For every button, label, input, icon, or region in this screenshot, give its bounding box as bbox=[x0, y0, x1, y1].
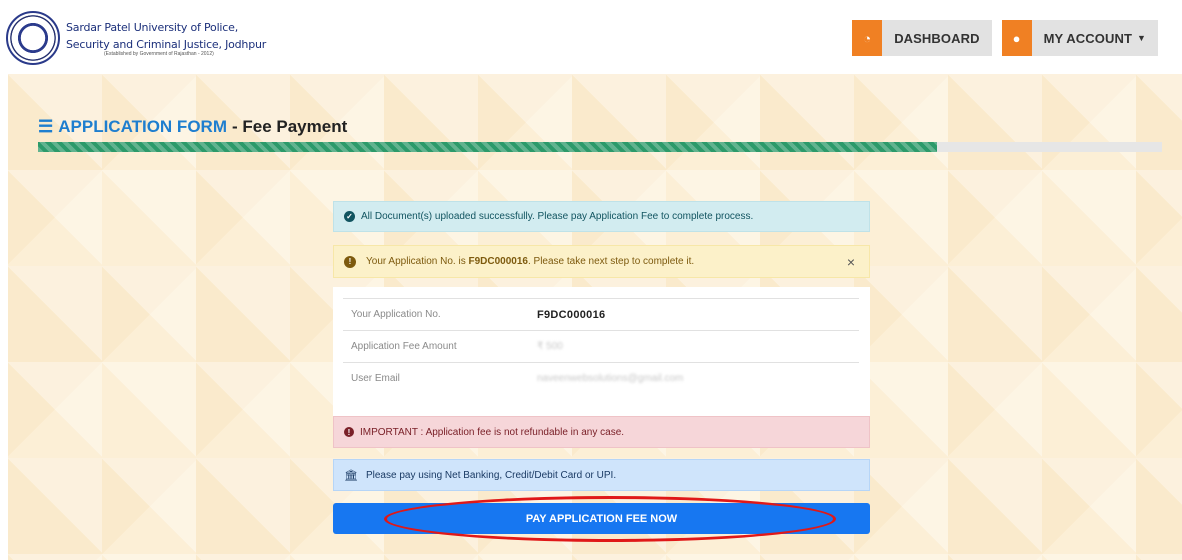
my-account-button[interactable]: ● MY ACCOUNT ▼ bbox=[1001, 20, 1158, 56]
detail-row-fee-amount: Application Fee Amount ₹ 500 bbox=[343, 330, 859, 362]
close-icon[interactable]: × bbox=[847, 254, 855, 270]
application-number-alert: ! Your Application No. is F9DC000016. Pl… bbox=[333, 245, 870, 278]
detail-value: naveenwebsolutions@gmail.com bbox=[537, 373, 684, 384]
detail-label: Application Fee Amount bbox=[351, 341, 457, 352]
info-circle-icon: ! bbox=[344, 427, 354, 437]
detail-label: Your Application No. bbox=[351, 309, 441, 320]
university-seal-icon bbox=[6, 11, 60, 65]
detail-row-application-no: Your Application No. F9DC000016 bbox=[343, 298, 859, 330]
upload-success-text: All Document(s) uploaded successfully. P… bbox=[361, 211, 754, 222]
application-number-message: Your Application No. is F9DC000016. Plea… bbox=[366, 256, 694, 267]
payment-methods-alert: 🏛 Please pay using Net Banking, Credit/D… bbox=[333, 459, 870, 491]
list-icon: ☰ bbox=[38, 117, 54, 136]
detail-value: ₹ 500 bbox=[537, 341, 563, 352]
exclamation-circle-icon: ! bbox=[344, 255, 356, 268]
form-progress-fill bbox=[38, 142, 938, 152]
payment-methods-text: Please pay using Net Banking, Credit/Deb… bbox=[365, 469, 617, 481]
pay-application-fee-button[interactable]: PAY APPLICATION FEE NOW bbox=[333, 503, 870, 534]
my-account-label: MY ACCOUNT bbox=[1043, 30, 1132, 46]
upload-success-alert: ✓ All Document(s) uploaded successfully.… bbox=[333, 201, 870, 232]
university-name-line1: Sardar Patel University of Police, bbox=[66, 20, 238, 34]
warning-prefix: Your Application No. is bbox=[366, 256, 469, 267]
university-name: Sardar Patel University of Police, Secur… bbox=[66, 19, 266, 58]
detail-label: User Email bbox=[351, 373, 400, 384]
university-logo-link[interactable]: Sardar Patel University of Police, Secur… bbox=[6, 11, 266, 65]
chevron-down-icon: ▼ bbox=[1136, 33, 1146, 43]
non-refundable-alert: ! IMPORTANT : Application fee is not ref… bbox=[333, 416, 870, 448]
application-details-card: Your Application No. F9DC000016 Applicat… bbox=[333, 287, 870, 416]
dashboard-label: DASHBOARD bbox=[894, 30, 980, 46]
warning-application-no: F9DC000016 bbox=[468, 256, 528, 267]
left-edge-stripe bbox=[0, 74, 8, 560]
top-nav: ◔ DASHBOARD ● MY ACCOUNT ▼ bbox=[842, 20, 1158, 56]
site-header: Sardar Patel University of Police, Secur… bbox=[0, 0, 1182, 74]
detail-value: F9DC000016 bbox=[537, 308, 606, 321]
dashboard-gauge-icon: ◔ bbox=[852, 20, 883, 56]
form-progress-bar bbox=[38, 142, 1162, 152]
university-name-line2: Security and Criminal Justice, Jodhpur bbox=[66, 37, 267, 51]
my-account-label-wrap: MY ACCOUNT ▼ bbox=[1032, 20, 1158, 56]
warning-suffix: . Please take next step to complete it. bbox=[527, 256, 695, 267]
detail-row-user-email: User Email naveenwebsolutions@gmail.com bbox=[343, 362, 859, 394]
page-title: ☰ APPLICATION FORM - Fee Payment bbox=[38, 116, 347, 138]
check-circle-icon: ✓ bbox=[344, 211, 355, 222]
non-refundable-text: IMPORTANT : Application fee is not refun… bbox=[360, 426, 625, 438]
page-title-sub: - Fee Payment bbox=[231, 117, 348, 136]
user-circle-icon: ● bbox=[1001, 20, 1032, 56]
dashboard-button[interactable]: ◔ DASHBOARD bbox=[852, 20, 992, 56]
page-title-main: APPLICATION FORM bbox=[58, 117, 227, 136]
bank-icon: 🏛 bbox=[344, 469, 358, 482]
